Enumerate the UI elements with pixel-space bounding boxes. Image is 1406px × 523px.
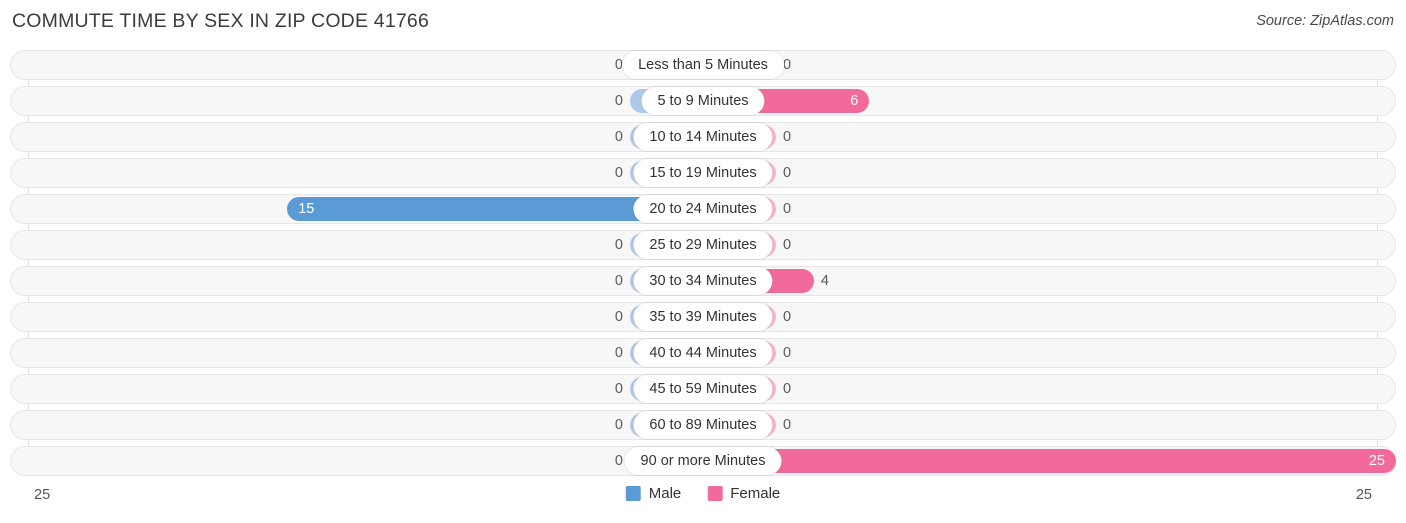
- chart-row: 0 4 30 to 34 Minutes: [0, 266, 1406, 296]
- value-label-female: 0: [783, 345, 792, 361]
- chart-row: 0 0 10 to 14 Minutes: [0, 122, 1406, 152]
- chart-legend: Male Female: [625, 485, 780, 502]
- bar-wrapper-male: 0: [10, 53, 703, 77]
- bar-wrapper-male: 0: [10, 269, 703, 293]
- chart-footer: 25 Male Female 25: [0, 485, 1406, 513]
- bar-wrapper-female: 0: [703, 161, 1396, 185]
- value-label-male: 0: [614, 453, 623, 469]
- chart-row: 0 6 5 to 9 Minutes: [0, 86, 1406, 116]
- chart-row: 0 0 25 to 29 Minutes: [0, 230, 1406, 260]
- chart-row: 0 25 90 or more Minutes: [0, 446, 1406, 476]
- legend-swatch-male-icon: [625, 486, 641, 501]
- chart-row: 0 0 35 to 39 Minutes: [0, 302, 1406, 332]
- source-attribution: Source: ZipAtlas.com: [1256, 13, 1394, 29]
- category-label: 45 to 59 Minutes: [633, 375, 773, 403]
- chart-row: 0 0 40 to 44 Minutes: [0, 338, 1406, 368]
- value-label-male: 0: [614, 165, 623, 181]
- legend-label-female: Female: [730, 485, 781, 502]
- category-label: 30 to 34 Minutes: [633, 267, 773, 295]
- value-label-male: 0: [614, 237, 623, 253]
- chart-header: COMMUTE TIME BY SEX IN ZIP CODE 41766 So…: [0, 0, 1406, 44]
- value-label-female: 25: [1368, 453, 1385, 469]
- bar-wrapper-male: 15: [10, 197, 703, 221]
- legend-label-male: Male: [648, 485, 682, 502]
- bar-wrapper-female: 25: [703, 449, 1396, 473]
- category-label: 60 to 89 Minutes: [633, 411, 773, 439]
- category-label: 40 to 44 Minutes: [633, 339, 773, 367]
- bar-wrapper-male: 0: [10, 377, 703, 401]
- axis-right-end-label: 25: [1355, 487, 1372, 503]
- legend-item-female[interactable]: Female: [707, 485, 780, 502]
- value-label-female: 6: [850, 93, 859, 109]
- value-label-male: 15: [298, 201, 315, 217]
- bar-wrapper-male: 0: [10, 89, 703, 113]
- category-label: 20 to 24 Minutes: [633, 195, 773, 223]
- bar-wrapper-female: 0: [703, 413, 1396, 437]
- value-label-female: 0: [783, 381, 792, 397]
- category-label: 35 to 39 Minutes: [633, 303, 773, 331]
- value-label-female: 4: [820, 273, 829, 289]
- value-label-male: 0: [614, 417, 623, 433]
- bar-wrapper-female: 6: [703, 89, 1396, 113]
- bar-wrapper-female: 0: [703, 53, 1396, 77]
- category-label: 90 or more Minutes: [624, 447, 782, 475]
- bar-wrapper-male: 0: [10, 413, 703, 437]
- value-label-female: 0: [783, 57, 792, 73]
- value-label-male: 0: [614, 309, 623, 325]
- bar-wrapper-male: 0: [10, 161, 703, 185]
- chart-row: 0 0 15 to 19 Minutes: [0, 158, 1406, 188]
- category-label: 5 to 9 Minutes: [641, 87, 765, 115]
- legend-swatch-female-icon: [707, 486, 723, 501]
- page-title: COMMUTE TIME BY SEX IN ZIP CODE 41766: [12, 10, 430, 32]
- bar-wrapper-female: 0: [703, 341, 1396, 365]
- axis-left-end-label: 25: [34, 487, 51, 503]
- bar-wrapper-male: 0: [10, 233, 703, 257]
- legend-item-male[interactable]: Male: [625, 485, 682, 502]
- bar-wrapper-male: 0: [10, 305, 703, 329]
- bar-wrapper-female: 4: [703, 269, 1396, 293]
- chart-plot-area: 0 0 Less than 5 Minutes 0 6 5 to 9 Minutes 0 0 1…: [0, 50, 1406, 482]
- bar-wrapper-female: 0: [703, 197, 1396, 221]
- bar-wrapper-female: 0: [703, 233, 1396, 257]
- bar-wrapper-female: 0: [703, 377, 1396, 401]
- value-label-male: 0: [614, 93, 623, 109]
- chart-rows: 0 0 Less than 5 Minutes 0 6 5 to 9 Minutes 0 0 1…: [0, 50, 1406, 482]
- category-label: 25 to 29 Minutes: [633, 231, 773, 259]
- category-label: 15 to 19 Minutes: [633, 159, 773, 187]
- bar-wrapper-female: 0: [703, 305, 1396, 329]
- category-label: 10 to 14 Minutes: [633, 123, 773, 151]
- bar-wrapper-female: 0: [703, 125, 1396, 149]
- bar-wrapper-male: 0: [10, 449, 703, 473]
- chart-row: 0 0 60 to 89 Minutes: [0, 410, 1406, 440]
- chart-row: 0 0 45 to 59 Minutes: [0, 374, 1406, 404]
- value-label-male: 0: [614, 381, 623, 397]
- value-label-female: 0: [783, 417, 792, 433]
- chart-row: 0 0 Less than 5 Minutes: [0, 50, 1406, 80]
- value-label-male: 0: [614, 345, 623, 361]
- value-label-female: 0: [783, 309, 792, 325]
- bar-wrapper-male: 0: [10, 341, 703, 365]
- value-label-male: 0: [614, 129, 623, 145]
- category-label: Less than 5 Minutes: [622, 51, 784, 79]
- chart-row: 15 0 20 to 24 Minutes: [0, 194, 1406, 224]
- bar-female[interactable]: 25: [703, 449, 1396, 473]
- bar-wrapper-male: 0: [10, 125, 703, 149]
- value-label-female: 0: [783, 237, 792, 253]
- value-label-male: 0: [614, 273, 623, 289]
- value-label-female: 0: [783, 201, 792, 217]
- value-label-female: 0: [783, 165, 792, 181]
- value-label-female: 0: [783, 129, 792, 145]
